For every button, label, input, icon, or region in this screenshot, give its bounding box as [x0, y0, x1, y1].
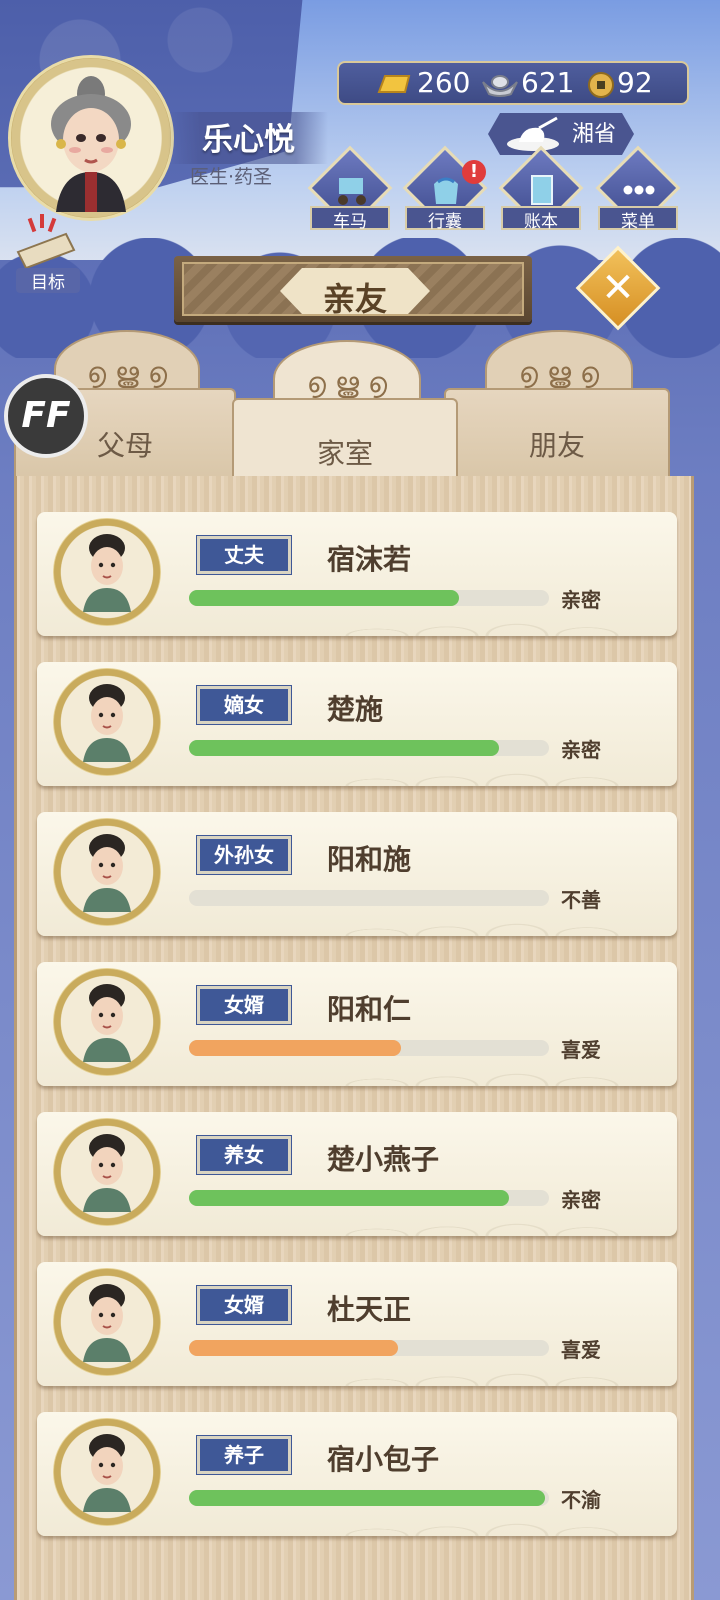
tab-friends[interactable]: ൭ ൠ ൭ 朋友 — [444, 330, 670, 480]
person-portrait-icon — [83, 1434, 131, 1512]
relative-avatar — [53, 1418, 161, 1526]
close-icon[interactable]: ✕ — [596, 262, 640, 314]
tab-household[interactable]: ൭ ൠ ൭ 家室 — [232, 340, 458, 488]
intimacy-bar — [189, 890, 549, 906]
relation-status: 喜爱 — [561, 1038, 601, 1062]
relative-name: 阳和施 — [327, 843, 412, 876]
relation-status: 亲密 — [561, 738, 601, 762]
relative-name: 宿小包子 — [327, 1443, 440, 1476]
relative-card[interactable]: 养子 宿小包子 不渝 — [37, 1412, 677, 1536]
intimacy-bar — [189, 590, 549, 606]
relative-name: 阳和仁 — [327, 993, 412, 1026]
scroll-icon — [16, 214, 76, 270]
alert-badge: ! — [462, 160, 486, 184]
relation-tag: 外孙女 — [196, 835, 292, 875]
person-portrait-icon — [83, 984, 131, 1062]
nav-button-menu[interactable]: 菜单 — [595, 145, 681, 238]
intimacy-bar — [189, 1190, 549, 1206]
region-label: 湘省 — [572, 122, 617, 147]
ff-badge[interactable]: FF — [4, 374, 88, 458]
tab-label: 朋友 — [528, 429, 585, 462]
relative-name: 宿沫若 — [327, 543, 412, 576]
relation-status: 亲密 — [561, 1188, 601, 1212]
cloud-swirl-icon: ൭ ൠ ൭ — [86, 356, 168, 389]
relative-avatar — [53, 518, 161, 626]
intimacy-bar-fill — [189, 1340, 398, 1356]
person-portrait-icon — [83, 834, 131, 912]
relative-card[interactable]: 嫡女 楚施 亲密 — [37, 662, 677, 786]
title-plaque: 亲友 — [280, 268, 430, 314]
nav-label: 车马 — [333, 212, 367, 232]
relation-status: 亲密 — [561, 588, 601, 612]
coin-amount: 92 — [617, 66, 653, 99]
nav-label: 行囊 — [428, 212, 462, 232]
relative-card[interactable]: 外孙女 阳和施 不善 — [37, 812, 677, 936]
page-title: 亲友 — [322, 280, 387, 318]
title-board: 亲友 — [174, 256, 532, 322]
cloud-swirl-icon: ൭ ൠ ൭ — [306, 366, 388, 399]
intimacy-bar-fill — [189, 740, 499, 756]
player-title: 医生·药圣 — [190, 166, 273, 188]
intimacy-bar-fill — [189, 590, 459, 606]
relative-name: 楚施 — [327, 693, 384, 726]
intimacy-bar-fill — [189, 1490, 545, 1506]
player-name: 乐心悦 — [202, 122, 295, 158]
relative-card[interactable]: 养女 楚小燕子 亲密 — [37, 1112, 677, 1236]
relation-status: 喜爱 — [561, 1338, 601, 1362]
relation-tag: 女婿 — [196, 985, 292, 1025]
intimacy-bar — [189, 1340, 549, 1356]
gold-ingot-icon — [377, 75, 411, 93]
relative-avatar — [53, 1118, 161, 1226]
relation-status: 不善 — [561, 888, 601, 912]
relation-tag: 女婿 — [196, 1285, 292, 1325]
goal-label: 目标 — [16, 268, 80, 293]
person-portrait-icon — [83, 684, 131, 762]
relative-avatar — [53, 968, 161, 1076]
relative-name: 楚小燕子 — [327, 1143, 440, 1176]
intimacy-bar — [189, 1490, 549, 1506]
person-portrait-icon — [83, 1284, 131, 1362]
intimacy-bar-fill — [189, 1040, 401, 1056]
relation-tag: 养子 — [196, 1435, 292, 1475]
relative-avatar — [53, 818, 161, 926]
carriage-icon — [338, 178, 366, 205]
relative-avatar — [53, 668, 161, 776]
cloud-swirl-icon: ൭ ൠ ൭ — [518, 356, 600, 389]
relative-card[interactable]: 女婿 杜天正 喜爱 — [37, 1262, 677, 1386]
menu-icon — [623, 185, 655, 195]
nav-label: 菜单 — [621, 212, 655, 232]
person-portrait-icon — [83, 1134, 131, 1212]
intimacy-bar — [189, 1040, 549, 1056]
relative-avatar — [53, 1268, 161, 1376]
silver-ingot-icon — [482, 75, 518, 97]
title-inner: 亲友 — [182, 262, 524, 316]
ledger-icon — [531, 175, 553, 205]
nav-button-ledger[interactable]: 账本 — [498, 145, 584, 238]
relative-card[interactable]: 丈夫 宿沫若 亲密 — [37, 512, 677, 636]
currency-bar: 260 621 92 — [337, 61, 689, 105]
intimacy-bar-fill — [189, 1190, 509, 1206]
player-avatar[interactable] — [8, 55, 174, 221]
nav-label: 账本 — [524, 212, 558, 232]
relation-tag: 嫡女 — [196, 685, 292, 725]
relation-tag: 养女 — [196, 1135, 292, 1175]
person-portrait-icon — [83, 534, 131, 612]
relatives-panel[interactable]: 丈夫 宿沫若 亲密 嫡女 楚施 亲密 外孙女 阳和施 不善 女婿 阳和仁 喜爱 … — [14, 476, 694, 1600]
player-portrait — [51, 76, 131, 212]
tab-label: 家室 — [316, 437, 373, 470]
relative-card[interactable]: 女婿 阳和仁 喜爱 — [37, 962, 677, 1086]
silver-amount: 621 — [521, 66, 575, 99]
nav-button-bag[interactable]: 行囊 ! — [402, 145, 488, 238]
hat-icon — [507, 116, 559, 151]
copper-coin-icon — [588, 72, 614, 98]
gold-amount: 260 — [417, 66, 471, 99]
relation-tag: 丈夫 — [196, 535, 292, 575]
bag-icon — [434, 177, 458, 204]
relative-name: 杜天正 — [327, 1293, 412, 1326]
relation-status: 不渝 — [561, 1488, 601, 1512]
nav-button-carriage[interactable]: 车马 — [307, 145, 393, 238]
intimacy-bar — [189, 740, 549, 756]
